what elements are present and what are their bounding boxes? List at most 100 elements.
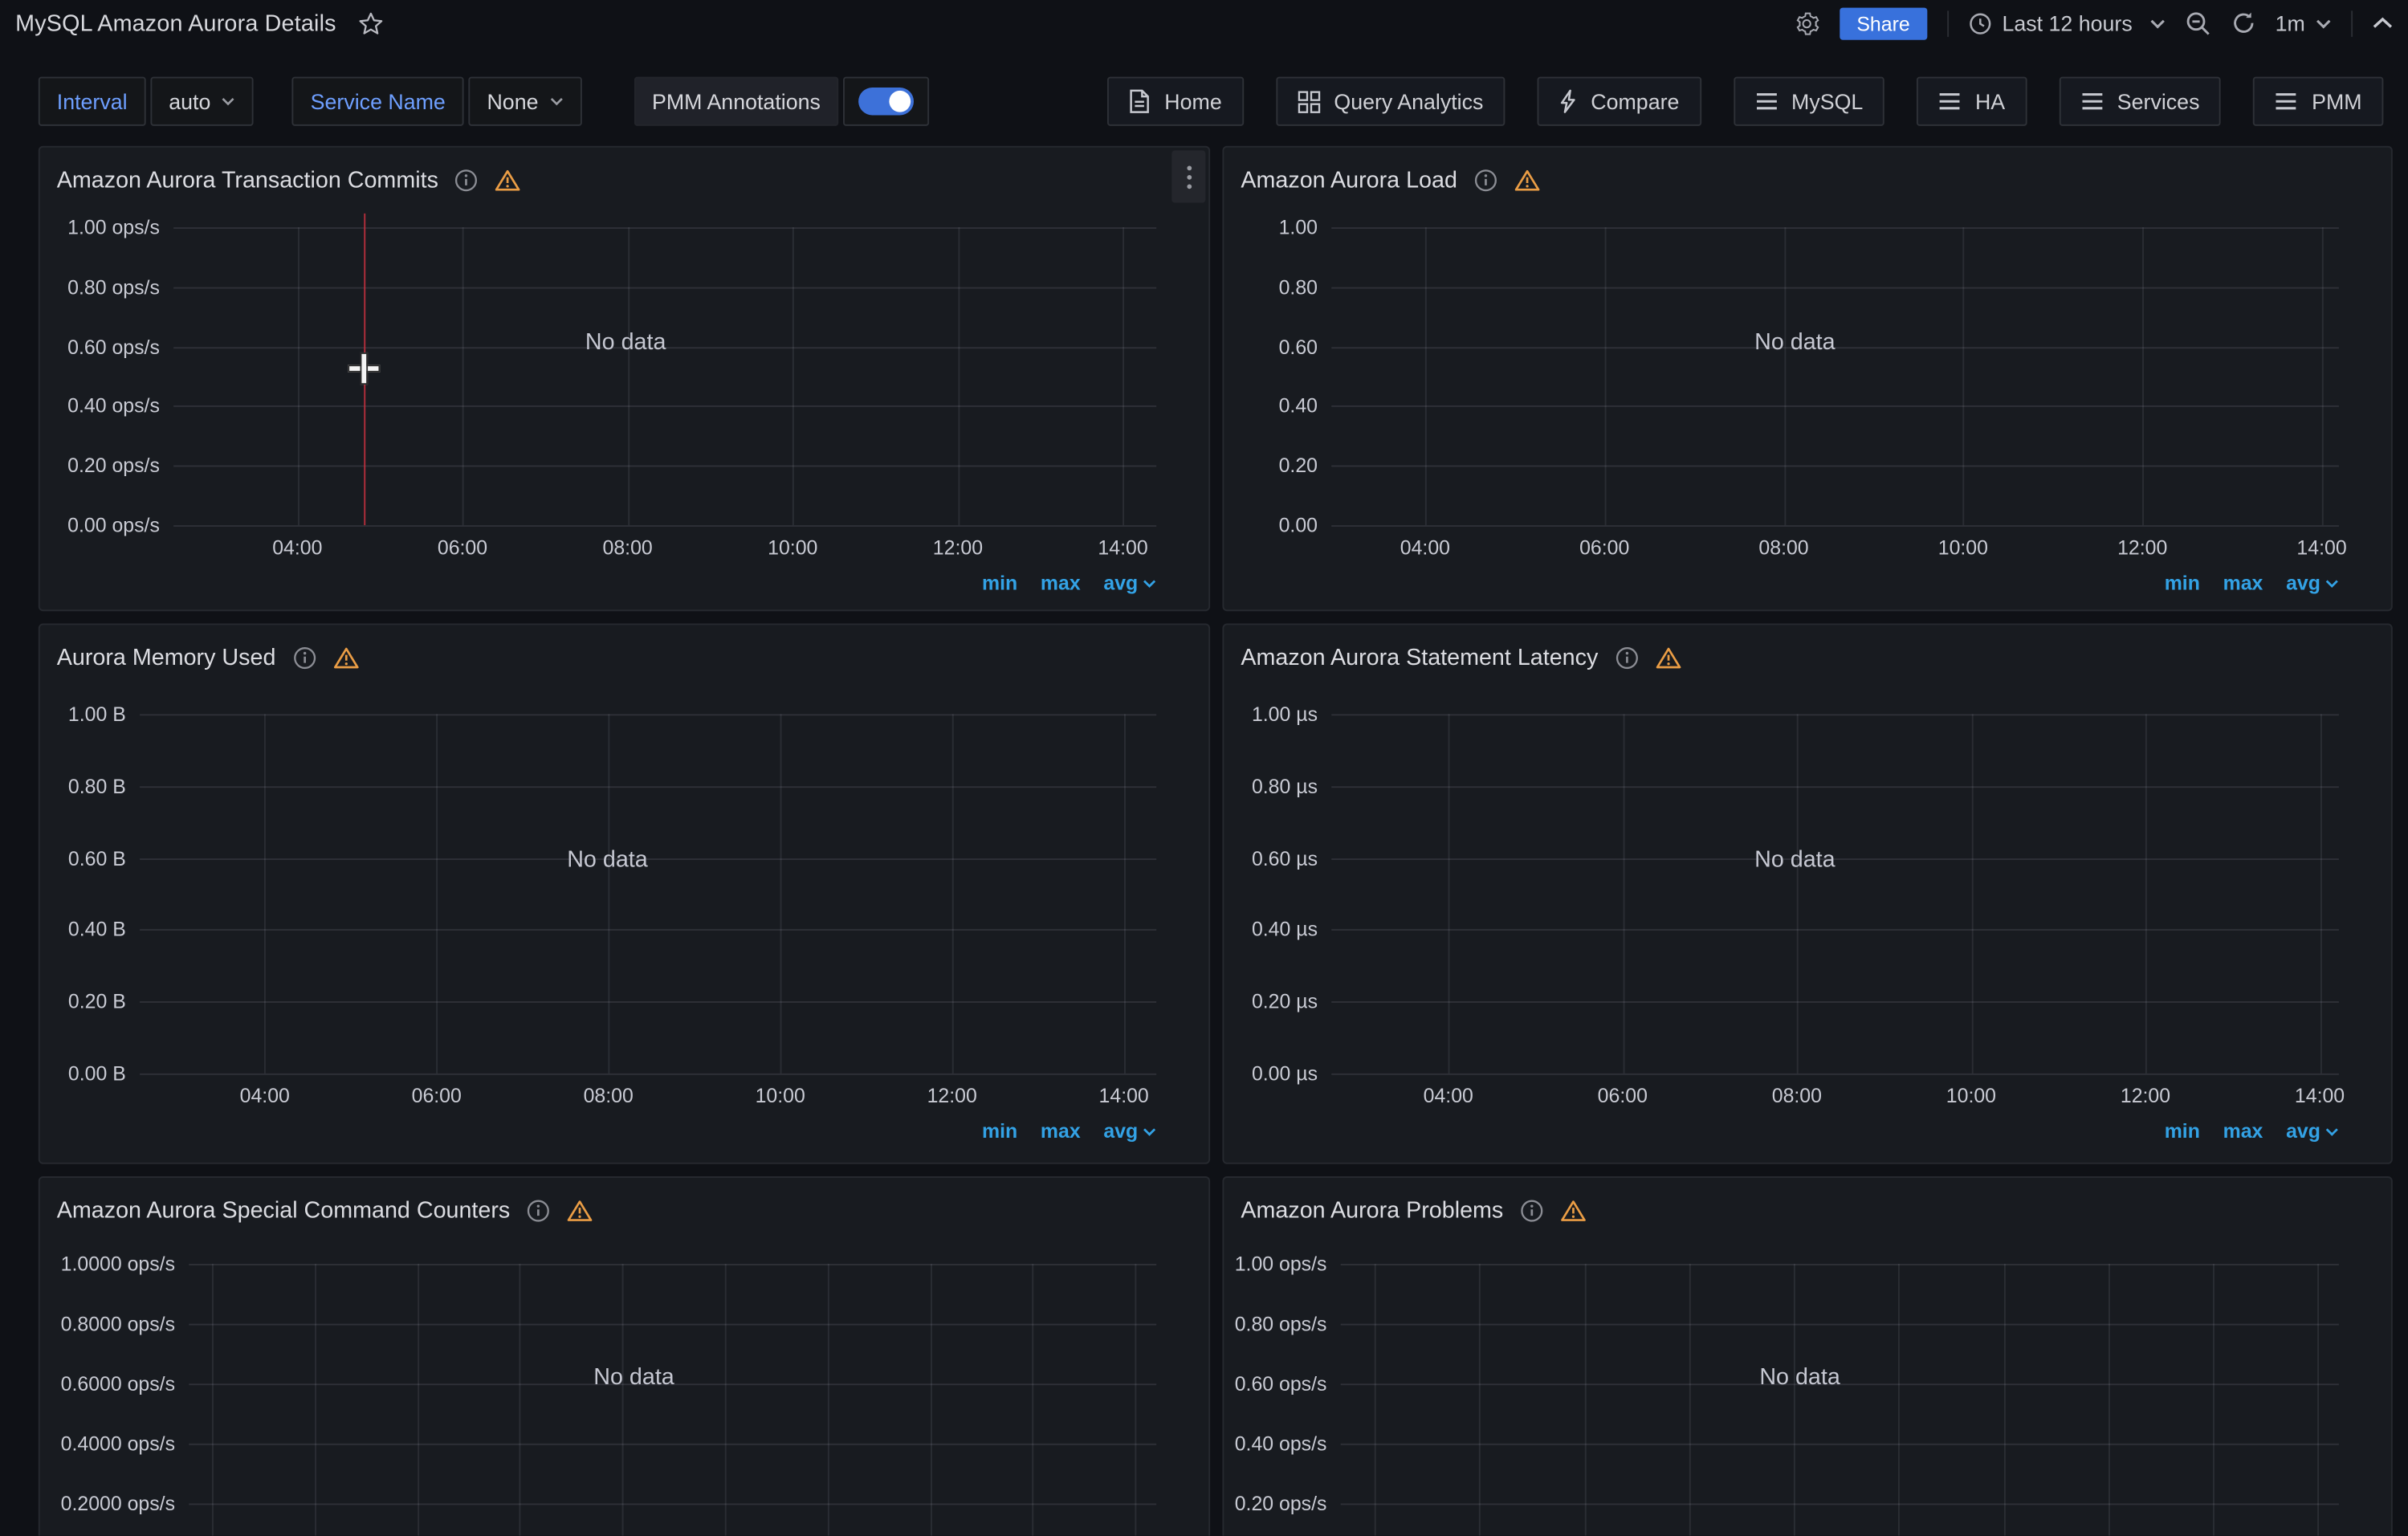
x-axis-tick: 04:00 bbox=[240, 1084, 290, 1107]
nav-button-services[interactable]: Services bbox=[2059, 77, 2221, 126]
share-button[interactable]: Share bbox=[1840, 7, 1926, 39]
interval-select[interactable]: auto bbox=[150, 77, 254, 126]
legend-min-link[interactable]: min bbox=[2165, 1119, 2200, 1143]
gridline-vertical bbox=[792, 227, 794, 525]
legend-avg-link[interactable]: avg bbox=[2286, 571, 2339, 594]
refresh-icon[interactable] bbox=[2231, 10, 2255, 35]
nav-button-compare[interactable]: Compare bbox=[1537, 77, 1701, 126]
star-icon[interactable] bbox=[357, 10, 384, 36]
x-axis-tick: 12:00 bbox=[2121, 1084, 2170, 1107]
grid-icon bbox=[1297, 90, 1320, 113]
refresh-interval-picker[interactable]: 1m bbox=[2276, 10, 2332, 35]
service-name-select[interactable]: None bbox=[469, 77, 582, 126]
legend-max-link[interactable]: max bbox=[2223, 1119, 2263, 1143]
y-axis: 1.00 ops/s0.80 ops/s0.60 ops/s0.40 ops/s… bbox=[52, 227, 173, 525]
gridline-vertical bbox=[1604, 227, 1606, 525]
plot-area[interactable]: No data bbox=[1331, 714, 2339, 1074]
panel-title[interactable]: Amazon Aurora Transaction Commits bbox=[57, 167, 438, 194]
legend-avg-link[interactable]: avg bbox=[2286, 1119, 2339, 1143]
panel-title[interactable]: Amazon Aurora Load bbox=[1241, 167, 1457, 194]
gridline-horizontal bbox=[189, 1264, 1156, 1265]
info-icon[interactable] bbox=[1520, 1199, 1543, 1222]
y-axis-tick: 0.40 ops/s bbox=[67, 394, 160, 418]
warning-icon[interactable] bbox=[1655, 646, 1681, 669]
nav-button-ha[interactable]: HA bbox=[1917, 77, 2027, 126]
y-axis-tick: 0.00 bbox=[1279, 514, 1318, 537]
x-axis-tick: 14:00 bbox=[1098, 536, 1147, 559]
plot-area[interactable]: No data bbox=[1331, 227, 2339, 525]
chevron-down-icon bbox=[1143, 1127, 1156, 1135]
y-axis-tick: 0.80 B bbox=[68, 775, 126, 798]
nav-button-home[interactable]: Home bbox=[1108, 77, 1244, 126]
legend-avg-link[interactable]: avg bbox=[1103, 571, 1156, 594]
plot-area[interactable]: No data bbox=[189, 1264, 1156, 1536]
y-axis-tick: 0.60 B bbox=[68, 846, 126, 870]
legend-avg-link[interactable]: avg bbox=[1103, 1119, 1156, 1143]
warning-icon[interactable] bbox=[567, 1199, 593, 1222]
gridline-horizontal bbox=[1331, 525, 2339, 527]
pmm-annotations-toggle[interactable] bbox=[844, 77, 930, 126]
legend-min-link[interactable]: min bbox=[2165, 571, 2200, 594]
panel-title[interactable]: Aurora Memory Used bbox=[57, 644, 276, 670]
warning-icon[interactable] bbox=[495, 168, 522, 191]
gridline-horizontal bbox=[1341, 1503, 2339, 1505]
pmm-annotations-label: PMM Annotations bbox=[634, 77, 839, 126]
panel-title[interactable]: Amazon Aurora Statement Latency bbox=[1241, 644, 1598, 670]
info-icon[interactable] bbox=[455, 168, 479, 191]
legend: min max avg bbox=[173, 571, 1156, 594]
y-axis-tick: 1.00 bbox=[1279, 216, 1318, 239]
y-axis-tick: 1.0000 ops/s bbox=[61, 1253, 175, 1276]
dashboard-title[interactable]: MySQL Amazon Aurora Details bbox=[15, 10, 336, 36]
warning-icon[interactable] bbox=[1560, 1199, 1587, 1222]
legend-max-link[interactable]: max bbox=[1041, 1119, 1081, 1143]
warning-icon[interactable] bbox=[332, 646, 359, 669]
y-axis-tick: 0.00 B bbox=[68, 1062, 126, 1086]
info-icon[interactable] bbox=[1615, 646, 1638, 669]
zoom-out-icon[interactable] bbox=[2185, 10, 2211, 36]
info-icon[interactable] bbox=[292, 646, 316, 669]
legend: min max avg bbox=[1331, 571, 2339, 594]
chevron-up-icon[interactable] bbox=[2373, 17, 2393, 29]
info-icon[interactable] bbox=[527, 1199, 550, 1222]
y-axis-tick: 0.00 µs bbox=[1252, 1062, 1318, 1086]
x-axis: 04:0006:0008:0010:0012:0014:00 bbox=[1331, 528, 2339, 559]
gridline-horizontal bbox=[140, 930, 1156, 931]
gridline-vertical bbox=[437, 714, 438, 1074]
x-axis: 04:0006:0008:0010:0012:0014:00 bbox=[140, 1077, 1156, 1107]
gridline-vertical bbox=[462, 227, 464, 525]
nav-button-query-analytics[interactable]: Query Analytics bbox=[1276, 77, 1505, 126]
gridline-horizontal bbox=[173, 406, 1156, 408]
legend-max-link[interactable]: max bbox=[1041, 571, 1081, 594]
y-axis-tick: 0.60 ops/s bbox=[67, 335, 160, 358]
gridline-vertical bbox=[2318, 1264, 2320, 1536]
gridline-vertical bbox=[952, 714, 954, 1074]
y-axis-tick: 0.40 B bbox=[68, 919, 126, 942]
nav-button-mysql[interactable]: MySQL bbox=[1733, 77, 1884, 126]
gridline-horizontal bbox=[1341, 1264, 2339, 1265]
x-axis-tick: 10:00 bbox=[768, 536, 817, 559]
gridline-vertical bbox=[2322, 227, 2324, 525]
panel-title[interactable]: Amazon Aurora Special Command Counters bbox=[57, 1197, 511, 1224]
time-range-picker[interactable]: Last 12 hours bbox=[1968, 10, 2165, 35]
gridline-vertical bbox=[1033, 1264, 1034, 1536]
warning-icon[interactable] bbox=[1514, 168, 1541, 191]
panel-menu-kebab-icon[interactable] bbox=[1171, 150, 1205, 202]
legend-min-link[interactable]: min bbox=[982, 571, 1017, 594]
info-icon[interactable] bbox=[1474, 168, 1497, 191]
y-axis-tick: 0.20 ops/s bbox=[1235, 1492, 1327, 1515]
x-axis-tick: 12:00 bbox=[933, 536, 983, 559]
plot-area[interactable]: No data bbox=[1341, 1264, 2339, 1536]
y-axis-tick: 1.00 B bbox=[68, 703, 126, 726]
panel-title[interactable]: Amazon Aurora Problems bbox=[1241, 1197, 1503, 1224]
plot-area[interactable]: No data bbox=[173, 227, 1156, 525]
gridline-vertical bbox=[2142, 227, 2144, 525]
nav-button-pmm[interactable]: PMM bbox=[2253, 77, 2383, 126]
panel-aurora-problems: Amazon Aurora Problems 1.00 ops/s0.80 op… bbox=[1222, 1176, 2392, 1536]
gear-icon[interactable] bbox=[1794, 10, 1820, 36]
plot-area[interactable]: No data bbox=[140, 714, 1156, 1074]
y-axis-tick: 0.6000 ops/s bbox=[61, 1372, 175, 1395]
legend-min-link[interactable]: min bbox=[982, 1119, 1017, 1143]
legend-max-link[interactable]: max bbox=[2223, 571, 2263, 594]
y-axis-tick: 0.8000 ops/s bbox=[61, 1312, 175, 1335]
chevron-down-icon bbox=[2325, 578, 2339, 587]
